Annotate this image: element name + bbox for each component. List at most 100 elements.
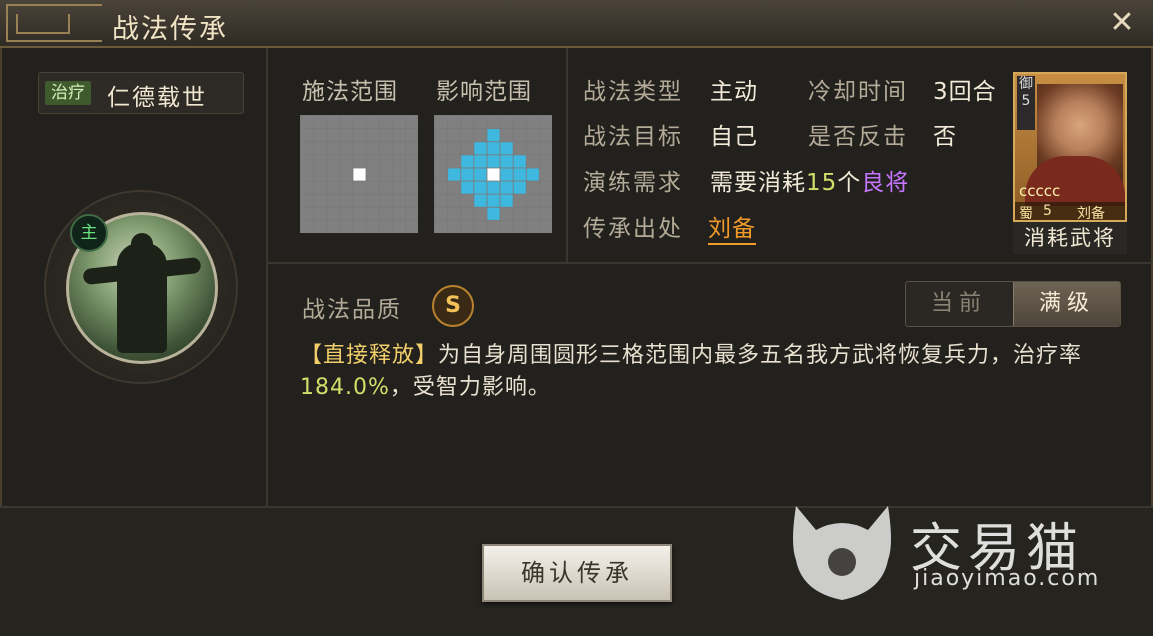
- grid-cell: [301, 220, 314, 233]
- figure-body: [117, 243, 167, 353]
- hero-rank: 御5: [1017, 76, 1035, 130]
- grid-cell: [474, 220, 487, 233]
- main-skill-badge: 主: [70, 214, 108, 252]
- grid-cell: [526, 181, 539, 194]
- grid-cell: [448, 155, 461, 168]
- level-toggle: 当前 满级: [905, 281, 1121, 327]
- grid-cell: [487, 116, 500, 129]
- grid-cell: [405, 194, 418, 207]
- grid-cell: [353, 220, 366, 233]
- grid-cell: [448, 142, 461, 155]
- hero-card[interactable]: 御5 ccccc 蜀 5 刘备: [1013, 72, 1127, 222]
- grid-cell: [327, 142, 340, 155]
- grid-cell: [314, 220, 327, 233]
- grid-cell: [474, 168, 487, 181]
- hero-faction: 蜀: [1019, 206, 1033, 222]
- cast-range-grid: [300, 115, 418, 233]
- close-icon[interactable]: ✕: [1105, 6, 1139, 40]
- grid-cell: [513, 168, 526, 181]
- grid-cell: [327, 155, 340, 168]
- toggle-current[interactable]: 当前: [906, 282, 1012, 326]
- description-text-2: ，受智力影响。: [389, 375, 551, 400]
- grid-cell: [392, 181, 405, 194]
- effect-grid-svg: [435, 116, 552, 233]
- grid-cell: [513, 194, 526, 207]
- grid-cell: [340, 168, 353, 181]
- grid-cell: [513, 116, 526, 129]
- grid-cell: [340, 142, 353, 155]
- grid-cell: [448, 207, 461, 220]
- grid-cell: [379, 194, 392, 207]
- grid-cell: [392, 220, 405, 233]
- grid-cell: [392, 116, 405, 129]
- grid-cell: [405, 129, 418, 142]
- confirm-inherit-button[interactable]: 确认传承: [482, 544, 672, 602]
- grid-cell: [461, 220, 474, 233]
- grid-cell: [340, 116, 353, 129]
- grid-cell: [327, 116, 340, 129]
- grid-cell: [314, 129, 327, 142]
- grid-cell: [327, 220, 340, 233]
- origin-hero-link[interactable]: 刘备: [708, 209, 756, 245]
- hero-rank-char: 御: [1019, 76, 1033, 92]
- hero-stars: ccccc: [1019, 182, 1061, 200]
- hero-name: 刘备: [1077, 206, 1105, 222]
- requirement-count: 15: [806, 170, 838, 196]
- grid-cell: [405, 207, 418, 220]
- grid-cell: [526, 129, 539, 142]
- grid-cell: [513, 142, 526, 155]
- cast-range-label: 施法范围: [302, 79, 398, 105]
- grid-cell: [405, 142, 418, 155]
- grid-cell: [461, 168, 474, 181]
- watermark-url: jiaoyimao.com: [914, 566, 1101, 591]
- grid-cell: [461, 181, 474, 194]
- grid-cell: [301, 129, 314, 142]
- grid-cell: [366, 220, 379, 233]
- grid-cell: [539, 194, 552, 207]
- grid-cell: [340, 207, 353, 220]
- grid-cell: [405, 116, 418, 129]
- grid-cell: [366, 181, 379, 194]
- grid-cell: [379, 142, 392, 155]
- grid-cell: [327, 181, 340, 194]
- origin-label: 传承出处: [583, 216, 683, 242]
- grid-cell: [448, 181, 461, 194]
- grid-cell: [526, 116, 539, 129]
- grid-cell: [513, 129, 526, 142]
- cast-grid-svg: [301, 116, 418, 233]
- grid-cell: [487, 129, 500, 142]
- grid-cell: [526, 142, 539, 155]
- grid-cell: [448, 194, 461, 207]
- grid-cell: [379, 181, 392, 194]
- grid-cell: [314, 207, 327, 220]
- cooldown-value: 3回合: [933, 79, 997, 105]
- grid-cell: [461, 155, 474, 168]
- grid-cell: [539, 129, 552, 142]
- grid-cell: [474, 181, 487, 194]
- grid-cell: [461, 194, 474, 207]
- skill-target-value: 自己: [710, 124, 758, 150]
- grid-cell: [353, 181, 366, 194]
- grid-cell: [435, 194, 448, 207]
- grid-cell: [539, 116, 552, 129]
- title-ornament: [6, 4, 102, 42]
- grid-cell: [474, 155, 487, 168]
- grid-cell: [448, 116, 461, 129]
- grid-cell: [340, 129, 353, 142]
- grid-cell: [353, 168, 366, 181]
- grid-cell: [392, 168, 405, 181]
- grid-cell: [435, 116, 448, 129]
- grid-cell: [366, 116, 379, 129]
- grid-cell: [301, 155, 314, 168]
- grid-cell: [392, 142, 405, 155]
- grid-cell: [448, 168, 461, 181]
- cooldown-label: 冷却时间: [808, 79, 908, 105]
- grid-cell: [366, 168, 379, 181]
- grid-cell: [487, 207, 500, 220]
- toggle-max-level[interactable]: 满级: [1013, 282, 1120, 326]
- grid-cell: [340, 181, 353, 194]
- grid-cell: [500, 142, 513, 155]
- grid-cell: [500, 155, 513, 168]
- divider-vertical: [566, 48, 568, 262]
- quality-label: 战法品质: [302, 297, 402, 323]
